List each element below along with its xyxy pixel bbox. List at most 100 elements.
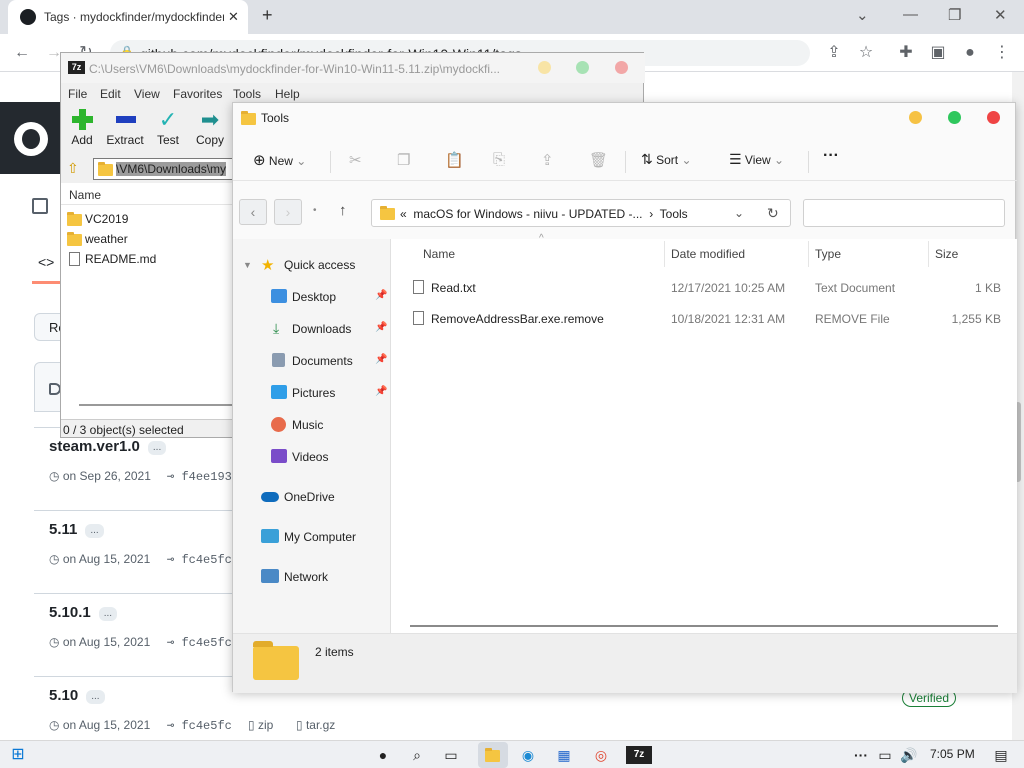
commit-sha-link[interactable]: fc4e5fc [181, 719, 231, 733]
minimize-dot-icon[interactable] [909, 111, 922, 124]
up-folder-icon[interactable]: ⇧ [67, 160, 79, 177]
close-tab-icon[interactable]: ✕ [228, 9, 239, 25]
close-dot-icon[interactable] [615, 61, 628, 74]
chrome-icon[interactable]: ◎ [590, 745, 612, 765]
copy-button[interactable]: ➡ Copy [187, 107, 233, 147]
minimize-icon[interactable]: — [903, 6, 918, 23]
github-logo-icon[interactable] [14, 122, 48, 156]
see-more-icon[interactable]: ··· [823, 147, 839, 165]
file-row[interactable]: Read.txt 12/17/2021 10:25 AM Text Docume… [391, 273, 1017, 303]
nav-item-pictures[interactable]: Pictures 📌 [233, 379, 391, 407]
column-header-size[interactable]: Size [935, 247, 958, 261]
rename-icon[interactable]: ⎘ [493, 151, 505, 168]
column-header-name[interactable]: Name [423, 247, 455, 261]
share-icon[interactable]: ⇪ [541, 151, 554, 169]
nav-item-network[interactable]: Network [233, 563, 391, 591]
test-button[interactable]: ✓ Test [145, 107, 191, 147]
restore-icon[interactable]: ❐ [948, 6, 961, 24]
profile-avatar-icon[interactable]: ● [960, 43, 980, 63]
commit-sha-link[interactable]: fc4e5fc [181, 553, 231, 567]
volume-icon[interactable]: 🔊 [898, 745, 920, 765]
menu-help[interactable]: Help [275, 87, 300, 101]
zip-download-link[interactable]: zip [258, 718, 273, 732]
tag-name-link[interactable]: 5.10.1 [49, 604, 91, 621]
sort-button[interactable]: ⇅ Sort ⌄ [641, 151, 692, 168]
targz-download-link[interactable]: tar.gz [306, 718, 335, 732]
cut-icon[interactable]: ✂ [349, 151, 362, 169]
nav-item-music[interactable]: Music [233, 411, 391, 439]
search-icon[interactable]: ⌕ [406, 745, 428, 765]
refresh-icon[interactable]: ↻ [767, 205, 779, 222]
pin-icon[interactable]: 📌 [375, 354, 387, 365]
nav-item-documents[interactable]: Documents 📌 [233, 347, 391, 375]
delete-icon[interactable]: 🗑 [589, 151, 608, 169]
tag-name-link[interactable]: steam.ver1.0 [49, 438, 140, 455]
tag-name-link[interactable]: 5.11 [49, 521, 77, 538]
list-item[interactable]: VC2019 [67, 209, 128, 229]
menu-favorites[interactable]: Favorites [173, 87, 222, 101]
notifications-icon[interactable]: ▤ [990, 745, 1012, 765]
up-arrow-icon[interactable]: ↑ [339, 202, 347, 219]
apple-icon[interactable]: ● [372, 745, 394, 765]
share-icon[interactable]: ⇪ [824, 43, 844, 63]
search-input[interactable] [803, 199, 1005, 227]
back-icon[interactable]: ‹ [239, 199, 267, 225]
paste-icon[interactable]: 📋 [445, 151, 464, 169]
nav-item-videos[interactable]: Videos [233, 443, 391, 471]
column-header-type[interactable]: Type [815, 247, 841, 261]
code-tab-icon[interactable]: <> [38, 254, 54, 270]
copy-icon[interactable]: ❐ [397, 151, 410, 169]
horizontal-scrollbar[interactable] [79, 404, 239, 406]
maximize-dot-icon[interactable] [576, 61, 589, 74]
task-view-icon[interactable]: ▭ [440, 745, 462, 765]
nav-item-my-computer[interactable]: My Computer [233, 523, 391, 551]
commit-sha-link[interactable]: f4ee193 [181, 470, 231, 484]
edge-icon[interactable]: ◉ [517, 745, 539, 765]
menu-edit[interactable]: Edit [100, 87, 121, 101]
breadcrumb-overflow[interactable]: « [400, 207, 407, 221]
nav-item-onedrive[interactable]: OneDrive [233, 483, 391, 511]
nav-item-downloads[interactable]: ⤓ Downloads 📌 [233, 315, 391, 343]
extensions-icon[interactable]: ✚ [896, 43, 916, 63]
tag-expand-button[interactable]: ... [85, 523, 104, 538]
browser-tab[interactable]: Tags · mydockfinder/mydockfinder ✕ [8, 0, 248, 34]
nav-item-quick-access[interactable]: ▼ ★ Quick access [233, 251, 391, 279]
horizontal-scrollbar[interactable] [410, 625, 998, 627]
column-divider[interactable] [808, 241, 809, 267]
tab-search-icon[interactable]: ⌄ [856, 6, 869, 24]
commit-sha-link[interactable]: fc4e5fc [181, 636, 231, 650]
address-bar[interactable]: « macOS for Windows - niivu - UPDATED -.… [371, 199, 791, 227]
new-button[interactable]: ⊕ New ⌄ [253, 151, 306, 169]
extract-button[interactable]: Extract [102, 107, 148, 147]
chevron-down-icon[interactable]: ▼ [243, 260, 252, 270]
maximize-dot-icon[interactable] [948, 111, 961, 124]
breadcrumb-current[interactable]: Tools [660, 207, 688, 221]
chevron-down-icon[interactable]: ⌄ [734, 206, 744, 220]
close-window-icon[interactable]: ✕ [994, 6, 1007, 24]
tag-name-link[interactable]: 5.10 [49, 687, 78, 704]
bookmark-star-icon[interactable]: ☆ [856, 43, 876, 63]
close-dot-icon[interactable] [987, 111, 1000, 124]
tag-expand-button[interactable]: ... [147, 440, 167, 455]
explorer-titlebar[interactable]: Tools [233, 103, 1017, 135]
nav-item-desktop[interactable]: Desktop 📌 [233, 283, 391, 311]
new-tab-icon[interactable]: + [262, 5, 273, 26]
menu-tools[interactable]: Tools [233, 87, 261, 101]
pin-icon[interactable]: 📌 [375, 322, 387, 333]
forward-icon[interactable]: › [274, 199, 302, 225]
tag-expand-button[interactable]: ... [86, 689, 105, 704]
file-row[interactable]: RemoveAddressBar.exe.remove 10/18/2021 1… [391, 304, 1017, 334]
network-tray-icon[interactable]: ▭ [874, 745, 896, 765]
back-icon[interactable]: ← [12, 43, 32, 63]
clock[interactable]: 7:05 PM [930, 747, 975, 761]
list-item[interactable]: weather [67, 229, 128, 249]
minimize-dot-icon[interactable] [538, 61, 551, 74]
column-header-date[interactable]: Date modified [671, 247, 745, 261]
menu-view[interactable]: View [134, 87, 160, 101]
menu-file[interactable]: File [68, 87, 87, 101]
pin-icon[interactable]: 📌 [375, 386, 387, 397]
pin-icon[interactable]: 📌 [375, 290, 387, 301]
column-divider[interactable] [928, 241, 929, 267]
start-icon[interactable]: ⊞ [7, 745, 29, 765]
tag-expand-button[interactable]: ... [98, 606, 118, 621]
